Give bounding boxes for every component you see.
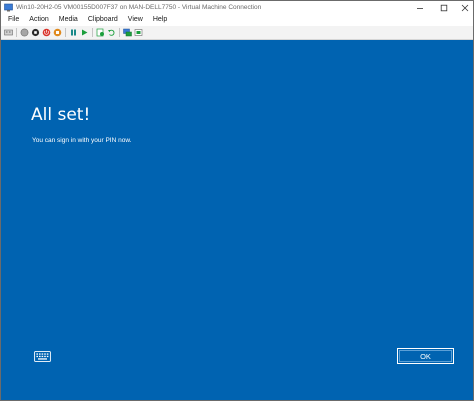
enhanced-session-icon[interactable] — [123, 28, 132, 37]
reset-icon[interactable] — [80, 28, 89, 37]
menu-bar: File Action Media Clipboard View Help — [1, 14, 473, 26]
title-bar[interactable]: Win10-20H2-05 VM00155D007F37 on MAN-DELL… — [1, 1, 473, 14]
window-title: Win10-20H2-05 VM00155D007F37 on MAN-DELL… — [16, 4, 262, 11]
close-button[interactable] — [453, 1, 474, 14]
maximize-button[interactable] — [432, 1, 455, 14]
revert-icon[interactable] — [107, 28, 116, 37]
toolbar-separator — [92, 28, 93, 37]
menu-view[interactable]: View — [123, 14, 148, 26]
start-icon[interactable] — [20, 28, 29, 37]
menu-media[interactable]: Media — [54, 14, 83, 26]
toolbar-separator — [119, 28, 120, 37]
menu-file[interactable]: File — [1, 14, 24, 26]
toolbar-separator — [16, 28, 17, 37]
status-message: You can sign in with your PIN now. — [32, 137, 132, 144]
vm-screen[interactable]: All set! You can sign in with your PIN n… — [1, 40, 473, 400]
vm-connection-app-icon — [4, 3, 13, 12]
menu-action[interactable]: Action — [24, 14, 53, 26]
menu-help[interactable]: Help — [148, 14, 172, 26]
maximize-icon — [440, 4, 447, 11]
save-icon[interactable] — [53, 28, 62, 37]
toolbar — [1, 26, 473, 40]
ok-button[interactable]: OK — [397, 348, 454, 364]
menu-clipboard[interactable]: Clipboard — [83, 14, 123, 26]
vm-connection-window: Win10-20H2-05 VM00155D007F37 on MAN-DELL… — [0, 0, 474, 401]
pause-icon[interactable] — [69, 28, 78, 37]
share-icon[interactable] — [134, 28, 143, 37]
close-icon — [461, 4, 468, 11]
ctrl-alt-del-icon[interactable] — [4, 28, 13, 37]
turn-off-icon[interactable] — [31, 28, 40, 37]
minimize-icon — [416, 7, 423, 9]
minimize-button[interactable] — [408, 1, 431, 14]
toolbar-separator — [65, 28, 66, 37]
shut-down-icon[interactable] — [42, 28, 51, 37]
page-title: All set! — [31, 105, 91, 125]
checkpoint-icon[interactable] — [96, 28, 105, 37]
keyboard-icon[interactable] — [34, 351, 51, 362]
